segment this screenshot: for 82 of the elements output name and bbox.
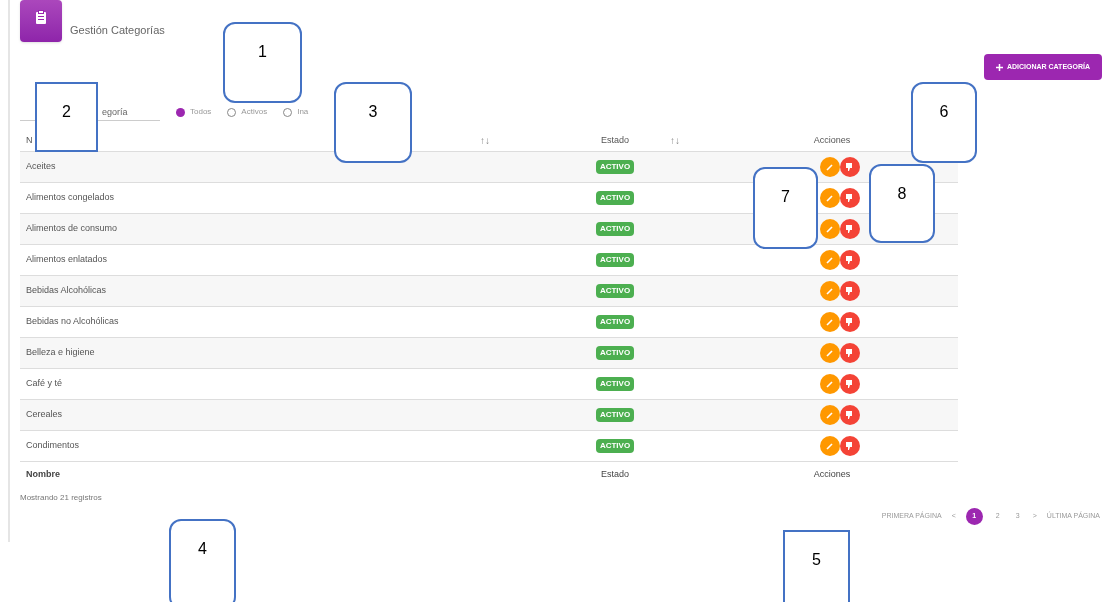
status-badge: ACTIVO [595, 408, 635, 422]
pencil-icon [826, 442, 834, 450]
status-badge: ACTIVO [595, 253, 635, 267]
edit-button[interactable] [820, 312, 840, 332]
thumbs-down-icon [845, 286, 855, 296]
category-name: Alimentos enlatados [25, 253, 109, 267]
sort-icon[interactable]: ↑↓ [480, 133, 560, 148]
callout-box: 2 [35, 82, 98, 152]
edit-button[interactable] [820, 343, 840, 363]
column-footer: Estado [560, 468, 670, 482]
callout-box: 3 [334, 82, 412, 163]
edit-button[interactable] [820, 157, 840, 177]
status-badge: ACTIVO [595, 191, 635, 205]
status-badge: ACTIVO [595, 377, 635, 391]
deactivate-button[interactable] [840, 188, 860, 208]
deactivate-button[interactable] [840, 312, 860, 332]
deactivate-button[interactable] [840, 250, 860, 270]
plus-icon [995, 63, 1003, 71]
deactivate-button[interactable] [840, 405, 860, 425]
thumbs-down-icon [845, 224, 855, 234]
pencil-icon [826, 225, 834, 233]
thumbs-down-icon [845, 410, 855, 420]
pencil-icon [826, 256, 834, 264]
category-name: Alimentos de consumo [25, 222, 119, 236]
callout-box: 1 [223, 22, 302, 103]
pencil-icon [826, 194, 834, 202]
deactivate-button[interactable] [840, 436, 860, 456]
status-badge: ACTIVO [595, 284, 635, 298]
column-footer: Nombre [20, 468, 560, 482]
thumbs-down-icon [845, 193, 855, 203]
status-badge: ACTIVO [595, 222, 635, 236]
deactivate-button[interactable] [840, 157, 860, 177]
deactivate-button[interactable] [840, 281, 860, 301]
callout-box: 4 [169, 519, 236, 602]
thumbs-down-icon [845, 317, 855, 327]
status-badge: ACTIVO [595, 160, 635, 174]
edit-button[interactable] [820, 374, 840, 394]
category-name: Belleza e higiene [25, 346, 96, 360]
pencil-icon [826, 349, 834, 357]
pencil-icon [826, 380, 834, 388]
deactivate-button[interactable] [840, 374, 860, 394]
status-badge: ACTIVO [595, 346, 635, 360]
category-name: Alimentos congelados [25, 191, 116, 205]
status-badge: ACTIVO [595, 315, 635, 329]
edit-button[interactable] [820, 436, 840, 456]
callout-box: 7 [753, 167, 818, 249]
page-title: Gestión Categorías [70, 23, 165, 38]
category-name: Bebidas no Alcohólicas [25, 315, 120, 329]
thumbs-down-icon [845, 441, 855, 451]
column-footer: Acciones [776, 468, 888, 482]
status-badge: ACTIVO [595, 439, 635, 453]
edit-button[interactable] [820, 250, 840, 270]
deactivate-button[interactable] [840, 343, 860, 363]
callout-box: 8 [869, 164, 935, 243]
column-header: Acciones [812, 133, 852, 147]
category-name: Aceites [25, 160, 57, 174]
edit-button[interactable] [820, 188, 840, 208]
column-header[interactable]: Estado [560, 133, 670, 148]
sort-icon[interactable]: ↑↓ [670, 133, 776, 148]
thumbs-down-icon [845, 348, 855, 358]
pencil-icon [826, 411, 834, 419]
edit-button[interactable] [820, 219, 840, 239]
category-name: Condimentos [25, 439, 81, 453]
callout-box: 6 [911, 82, 977, 163]
thumbs-down-icon [845, 162, 855, 172]
callout-box: 5 [783, 530, 850, 602]
record-count: Mostrando 21 registros [20, 492, 103, 504]
category-name: Café y té [25, 377, 64, 391]
thumbs-down-icon [845, 255, 855, 265]
category-name: Bebidas Alcohólicas [25, 284, 108, 298]
table-row[interactable]: Bebidas Alcohólicas ACTIVO [20, 276, 958, 307]
thumbs-down-icon [845, 379, 855, 389]
table-row[interactable]: Belleza e higiene ACTIVO [20, 338, 958, 369]
pencil-icon [826, 318, 834, 326]
pencil-icon [826, 163, 834, 171]
deactivate-button[interactable] [840, 219, 860, 239]
clipboard-icon [35, 10, 47, 24]
edit-button[interactable] [820, 405, 840, 425]
category-name: Cereales [25, 408, 64, 422]
table-row[interactable]: Cereales ACTIVO [20, 400, 958, 431]
edit-button[interactable] [820, 281, 840, 301]
pencil-icon [826, 287, 834, 295]
